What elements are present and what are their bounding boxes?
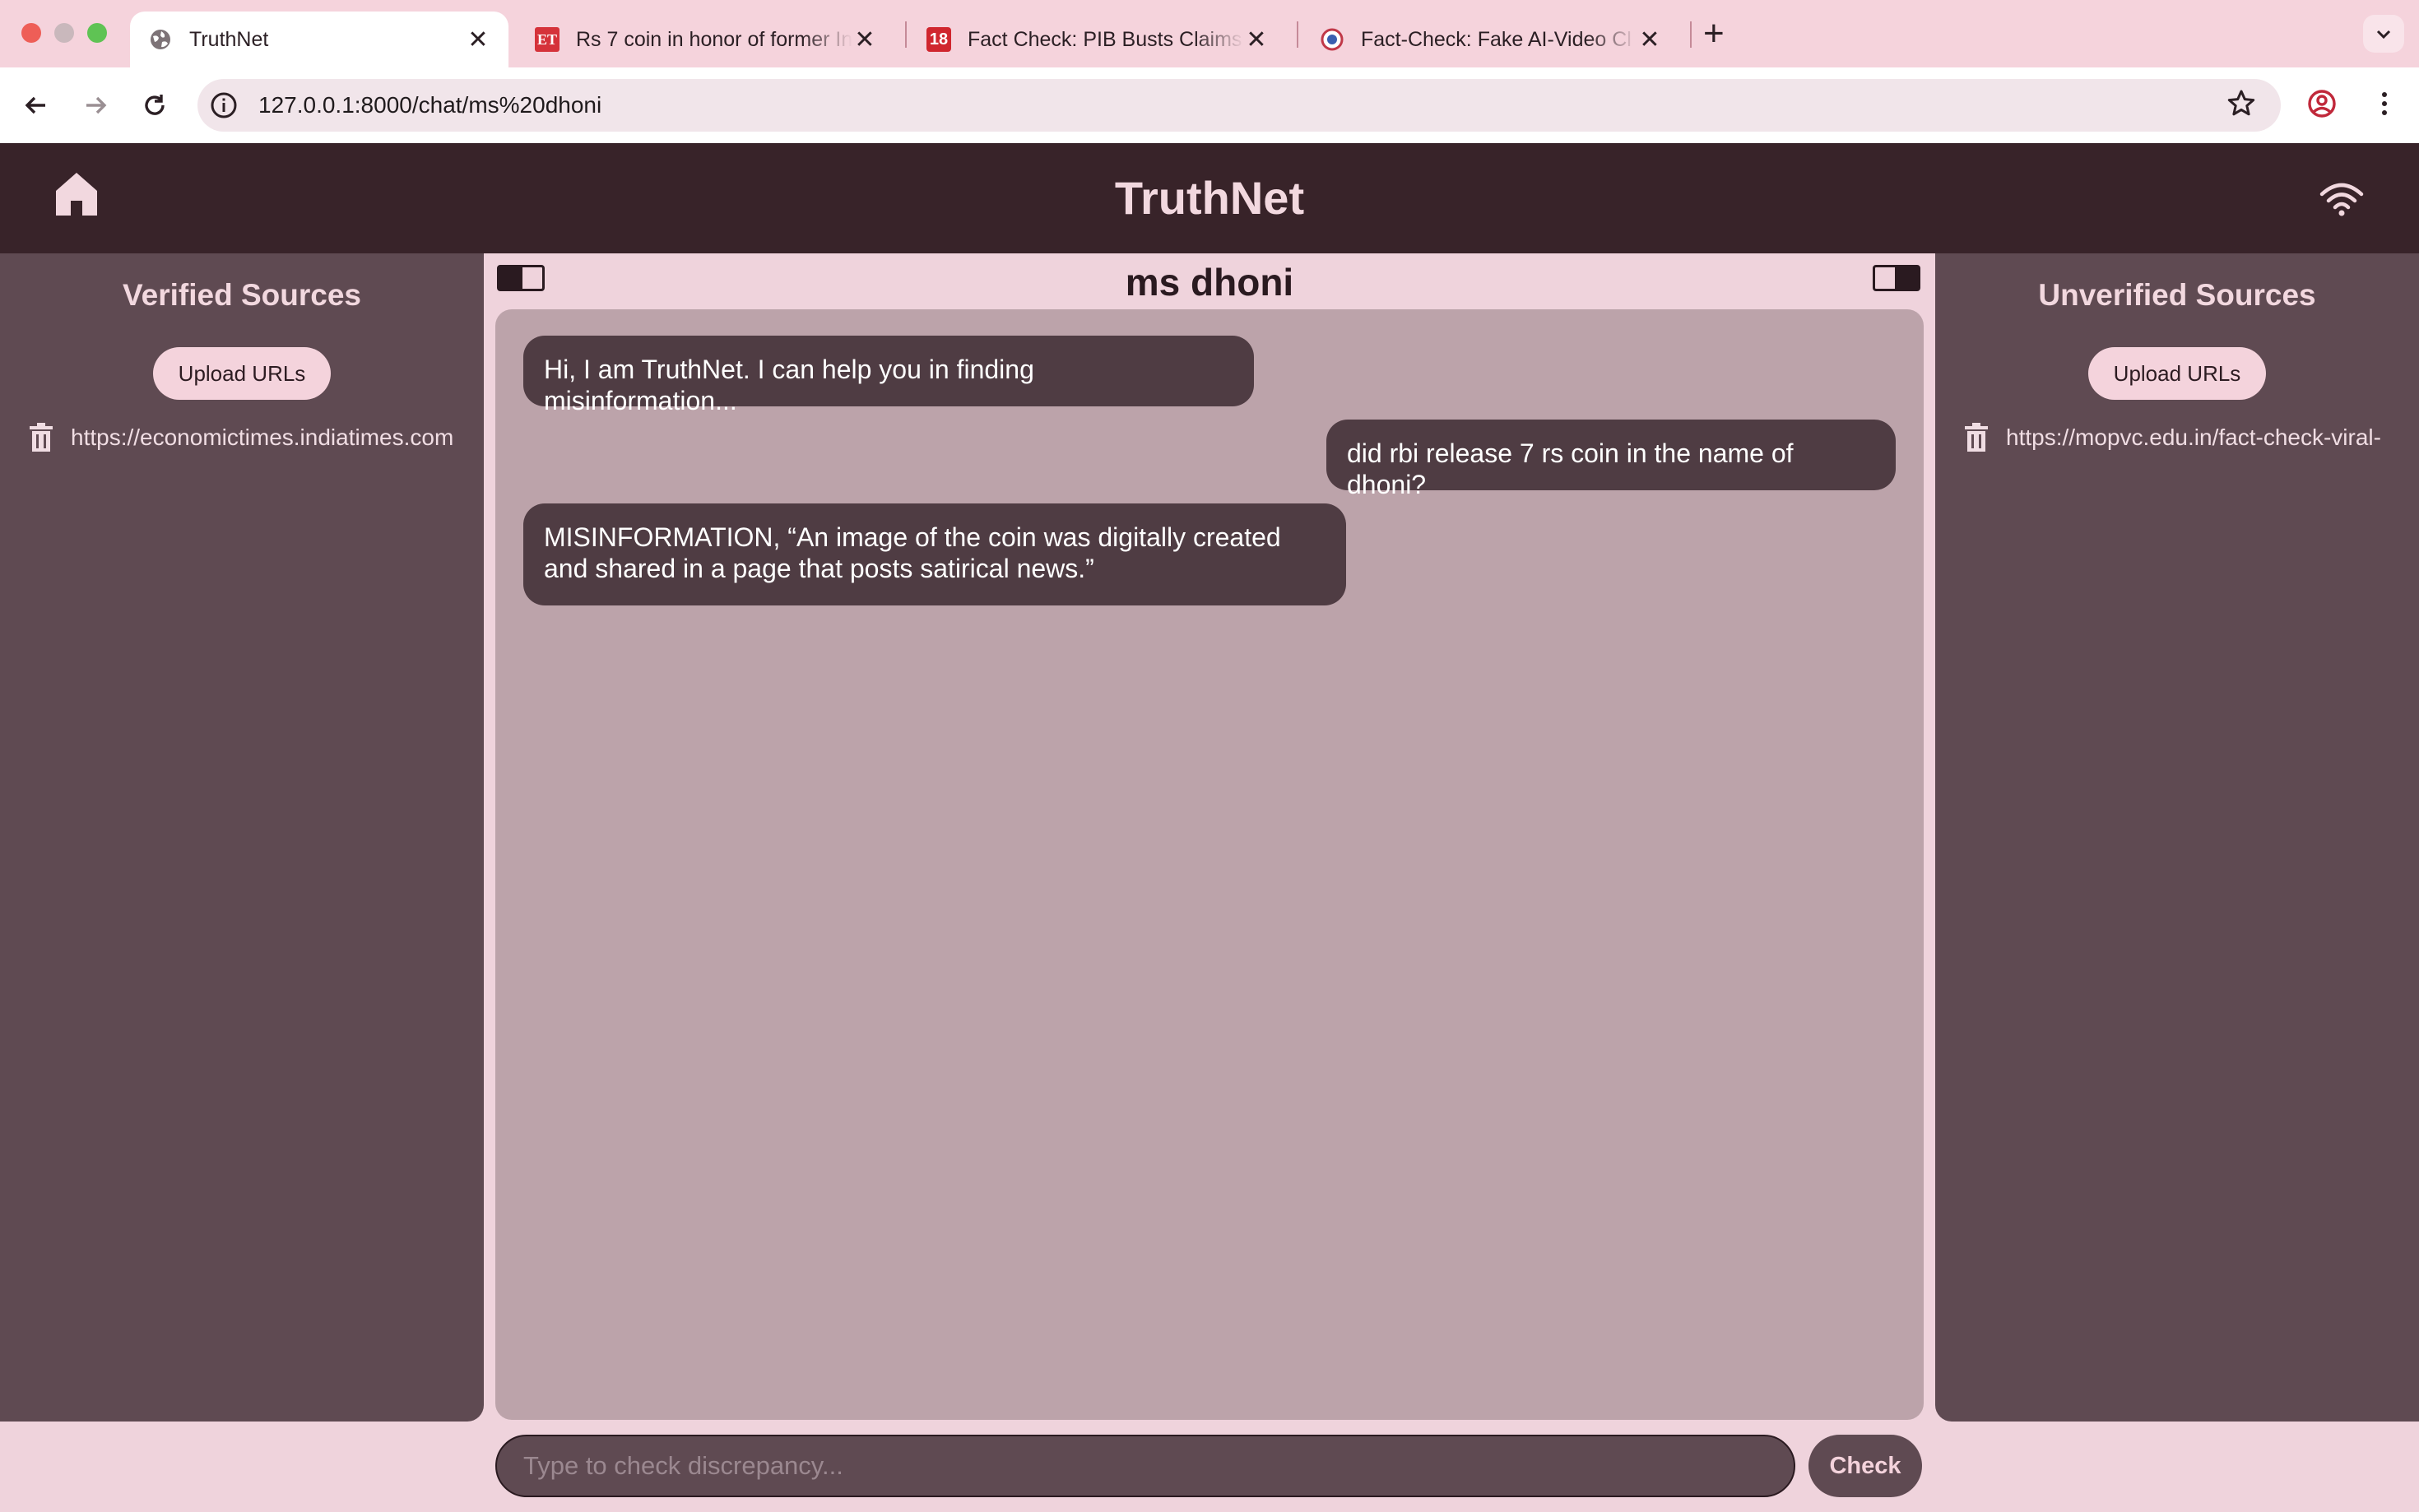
tab-title: Fact-Check: Fake AI-Video Cl [1361, 27, 1632, 51]
et-logo-icon: ET [535, 27, 559, 52]
unverified-source-item: https://mopvc.edu.in/fact-check-viral- [1963, 418, 2407, 457]
verified-sources-title: Verified Sources [123, 278, 361, 312]
reload-button[interactable] [135, 86, 174, 125]
chat-title: ms dhoni [1125, 261, 1294, 304]
seal-icon [1320, 27, 1344, 52]
forward-button[interactable] [76, 86, 115, 125]
verified-source-item: https://economictimes.indiatimes.com [28, 418, 472, 457]
wifi-icon[interactable] [2319, 181, 2365, 217]
source-url[interactable]: https://mopvc.edu.in/fact-check-viral- [2006, 424, 2407, 451]
tab-title: Rs 7 coin in honor of former Ind [576, 27, 852, 51]
new-tab-button[interactable]: + [1703, 13, 1725, 54]
bot-message: MISINFORMATION, “An image of the coin wa… [523, 503, 1346, 605]
tab-close-icon[interactable]: ✕ [1637, 26, 1662, 54]
reload-icon [145, 95, 165, 115]
trash-icon[interactable] [1963, 423, 1990, 452]
tab-fact-check[interactable]: Fact-Check: Fake AI-Video Cl ✕ [1302, 12, 1680, 67]
tab-search-button[interactable] [2363, 15, 2404, 53]
trash-icon[interactable] [28, 423, 54, 452]
bookmark-star-icon[interactable] [2225, 87, 2258, 120]
tab-close-icon[interactable]: ✕ [852, 26, 877, 54]
tab-separator [1297, 21, 1298, 48]
arrow-right-icon [86, 96, 107, 114]
tab-economictimes[interactable]: ET Rs 7 coin in honor of former Ind ✕ [517, 12, 895, 67]
browser-menu-icon[interactable] [2368, 87, 2401, 120]
tab-title: TruthNet [189, 27, 269, 51]
tab-separator [1690, 21, 1692, 48]
sidebar-right-icon [1895, 267, 1918, 289]
bot-message: Hi, I am TruthNet. I can help you in fin… [523, 336, 1254, 415]
window-zoom-button[interactable] [87, 23, 107, 43]
arrow-left-icon [25, 96, 45, 114]
message-input[interactable] [495, 1435, 1795, 1497]
toggle-right-panel-button[interactable] [1873, 265, 1920, 291]
tab-separator [905, 21, 907, 48]
tab-truthnet[interactable]: TruthNet ✕ [130, 12, 508, 67]
profile-icon[interactable] [2305, 87, 2338, 120]
tab-title: Fact Check: PIB Busts Claims [968, 27, 1242, 51]
window-close-button[interactable] [21, 23, 41, 43]
chevron-down-icon [2376, 30, 2391, 39]
check-button[interactable]: Check [1808, 1435, 1922, 1497]
back-button[interactable] [16, 86, 56, 125]
unverified-upload-urls-button[interactable]: Upload URLs [2088, 347, 2266, 400]
address-url[interactable]: 127.0.0.1:8000/chat/ms%20dhoni [258, 90, 601, 120]
verified-upload-urls-button[interactable]: Upload URLs [153, 347, 331, 400]
unverified-sources-title: Unverified Sources [2038, 278, 2316, 312]
globe-icon [148, 27, 173, 52]
unverified-sources-panel: Unverified Sources Upload URLs https://m… [1935, 253, 2419, 1422]
user-message: did rbi release 7 rs coin in the name of… [1326, 420, 1896, 499]
source-url[interactable]: https://economictimes.indiatimes.com [71, 424, 472, 451]
site-info-icon[interactable] [209, 90, 239, 120]
tab-close-icon[interactable]: ✕ [1244, 26, 1269, 54]
verified-sources-panel: Verified Sources Upload URLs https://eco… [0, 253, 484, 1422]
tab-close-icon[interactable]: ✕ [466, 26, 490, 54]
news18-logo-icon: 18 [926, 27, 951, 52]
app-title: TruthNet [1114, 172, 1305, 224]
window-minimize-button[interactable] [54, 23, 74, 43]
tab-news18[interactable]: 18 Fact Check: PIB Busts Claims ✕ [908, 12, 1287, 67]
